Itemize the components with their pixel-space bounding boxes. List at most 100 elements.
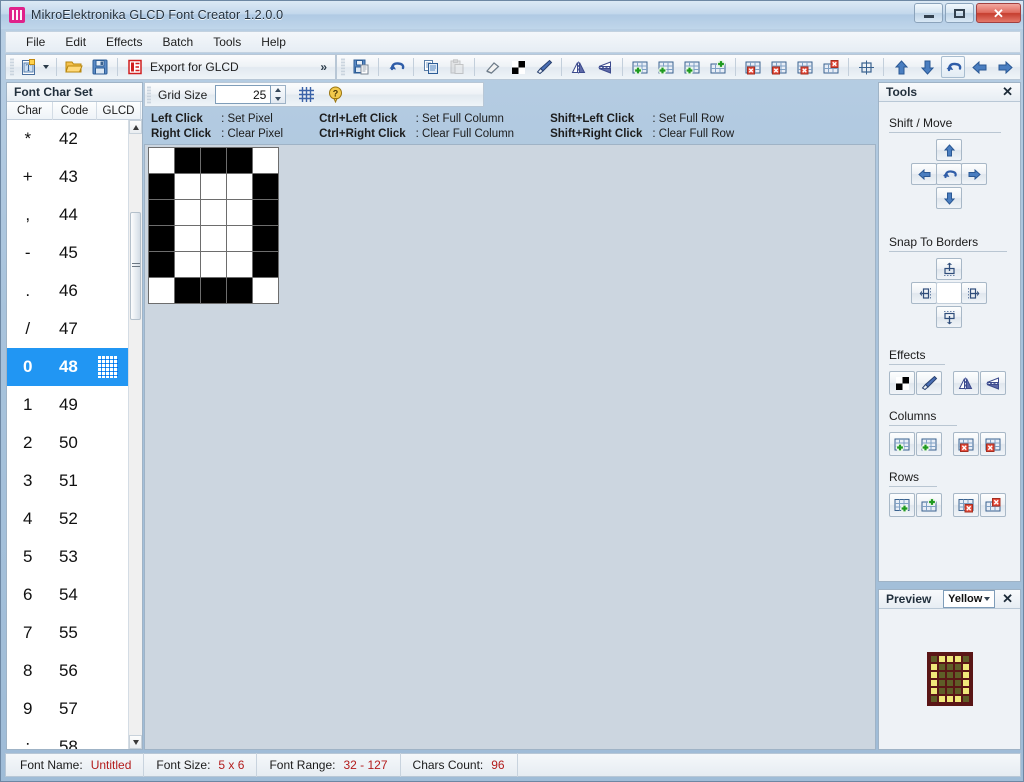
insert-row-top-icon[interactable]: [680, 56, 704, 78]
brush-icon[interactable]: [916, 371, 942, 395]
char-list-row[interactable]: .46: [7, 272, 128, 310]
arrow-right-icon[interactable]: [961, 163, 987, 185]
pixel-cell[interactable]: [175, 200, 200, 225]
delete-row-top-icon[interactable]: [953, 493, 979, 517]
pixel-cell[interactable]: [227, 252, 252, 277]
char-list-row[interactable]: 553: [7, 538, 128, 576]
brush-icon[interactable]: [532, 56, 556, 78]
pixel-cell[interactable]: [175, 278, 200, 303]
char-list-row[interactable]: :58: [7, 728, 128, 749]
toolbar-overflow-button[interactable]: »: [314, 60, 333, 74]
pixel-cell[interactable]: [253, 200, 278, 225]
snap-top-icon[interactable]: [936, 258, 962, 280]
pixel-cell[interactable]: [227, 148, 252, 173]
arrow-down-icon[interactable]: [936, 187, 962, 209]
grid-icon[interactable]: [294, 84, 318, 106]
export-for-glcd-icon-button[interactable]: [123, 56, 147, 78]
menu-item-edit[interactable]: Edit: [55, 32, 96, 52]
pixel-cell[interactable]: [201, 226, 226, 251]
delete-row-top-icon[interactable]: [793, 56, 817, 78]
pixel-cell[interactable]: [149, 278, 174, 303]
insert-row-bottom-icon[interactable]: [706, 56, 730, 78]
pixel-cell[interactable]: [149, 148, 174, 173]
menu-item-help[interactable]: Help: [251, 32, 296, 52]
menu-item-file[interactable]: File: [16, 32, 55, 52]
eraser-icon[interactable]: [480, 56, 504, 78]
char-list-row[interactable]: 149: [7, 386, 128, 424]
maximize-button[interactable]: [945, 3, 974, 23]
pixel-cell[interactable]: [253, 174, 278, 199]
menu-item-effects[interactable]: Effects: [96, 32, 152, 52]
char-list-row[interactable]: 452: [7, 500, 128, 538]
column-header-char[interactable]: Char: [7, 102, 53, 120]
pixel-cell[interactable]: [227, 226, 252, 251]
snap-right-icon[interactable]: [961, 282, 987, 304]
mirror-vertical-icon[interactable]: [980, 371, 1006, 395]
grid-size-input[interactable]: 25: [215, 85, 271, 104]
delete-column-left-icon[interactable]: [953, 432, 979, 456]
shift-up-icon[interactable]: [889, 56, 913, 78]
help-icon[interactable]: ?: [323, 84, 347, 106]
pixel-cell[interactable]: [175, 148, 200, 173]
pixel-cell[interactable]: [201, 278, 226, 303]
pixel-grid[interactable]: [148, 147, 279, 304]
mirror-horizontal-icon[interactable]: [953, 371, 979, 395]
rotate-icon[interactable]: [936, 163, 962, 185]
invert-icon[interactable]: [889, 371, 915, 395]
snap-left-icon[interactable]: [911, 282, 937, 304]
new-font-dropdown-button[interactable]: [40, 56, 51, 78]
pixel-cell[interactable]: [201, 252, 226, 277]
char-list-row[interactable]: 048: [7, 348, 128, 386]
toolbar-gripper[interactable]: [341, 58, 345, 76]
delete-row-bottom-icon[interactable]: [980, 493, 1006, 517]
insert-column-left-icon[interactable]: [889, 432, 915, 456]
minimize-button[interactable]: [914, 3, 943, 23]
char-list-row[interactable]: 856: [7, 652, 128, 690]
pixel-cell[interactable]: [149, 226, 174, 251]
rotate-icon[interactable]: [941, 56, 965, 78]
mirror-horizontal-icon[interactable]: [567, 56, 591, 78]
insert-row-top-icon[interactable]: [889, 493, 915, 517]
preview-panel-close-button[interactable]: ✕: [1000, 591, 1015, 607]
new-font-button[interactable]: T: [18, 56, 38, 78]
pixel-cell[interactable]: [253, 226, 278, 251]
delete-column-left-icon[interactable]: [741, 56, 765, 78]
undo-icon[interactable]: [384, 56, 408, 78]
toolbar-gripper[interactable]: [10, 58, 14, 76]
pixel-cell[interactable]: [201, 200, 226, 225]
pixel-cell[interactable]: [201, 148, 226, 173]
char-list-scrollbar[interactable]: [128, 120, 142, 749]
scrollbar-thumb[interactable]: [130, 212, 141, 320]
shift-down-icon[interactable]: [915, 56, 939, 78]
snap-borders-icon[interactable]: [854, 56, 878, 78]
save-as-icon[interactable]: [349, 56, 373, 78]
preview-color-select[interactable]: Yellow: [943, 590, 995, 608]
pixel-cell[interactable]: [227, 278, 252, 303]
char-list-row[interactable]: +43: [7, 158, 128, 196]
pixel-cell[interactable]: [175, 252, 200, 277]
open-button[interactable]: [62, 56, 86, 78]
insert-column-right-icon[interactable]: [916, 432, 942, 456]
save-button[interactable]: [88, 56, 112, 78]
menu-item-batch[interactable]: Batch: [153, 32, 204, 52]
pixel-cell[interactable]: [253, 278, 278, 303]
pixel-cell[interactable]: [149, 200, 174, 225]
char-list-row[interactable]: ,44: [7, 196, 128, 234]
char-list-row[interactable]: -45: [7, 234, 128, 272]
arrow-up-icon[interactable]: [936, 139, 962, 161]
shift-right-icon[interactable]: [993, 56, 1017, 78]
mirror-vertical-icon[interactable]: [593, 56, 617, 78]
toolbar-gripper[interactable]: [147, 86, 151, 104]
pixel-cell[interactable]: [149, 174, 174, 199]
char-list-row[interactable]: 755: [7, 614, 128, 652]
character-editor-canvas[interactable]: [144, 144, 876, 750]
char-list-row[interactable]: /47: [7, 310, 128, 348]
column-header-glcd[interactable]: GLCD: [97, 102, 141, 120]
tools-panel-close-button[interactable]: ✕: [1000, 84, 1015, 100]
export-for-glcd-label[interactable]: Export for GLCD: [148, 60, 245, 74]
shift-left-icon[interactable]: [967, 56, 991, 78]
pixel-cell[interactable]: [175, 174, 200, 199]
stepper-down-icon[interactable]: [275, 97, 281, 101]
pixel-cell[interactable]: [175, 226, 200, 251]
pixel-cell[interactable]: [253, 252, 278, 277]
